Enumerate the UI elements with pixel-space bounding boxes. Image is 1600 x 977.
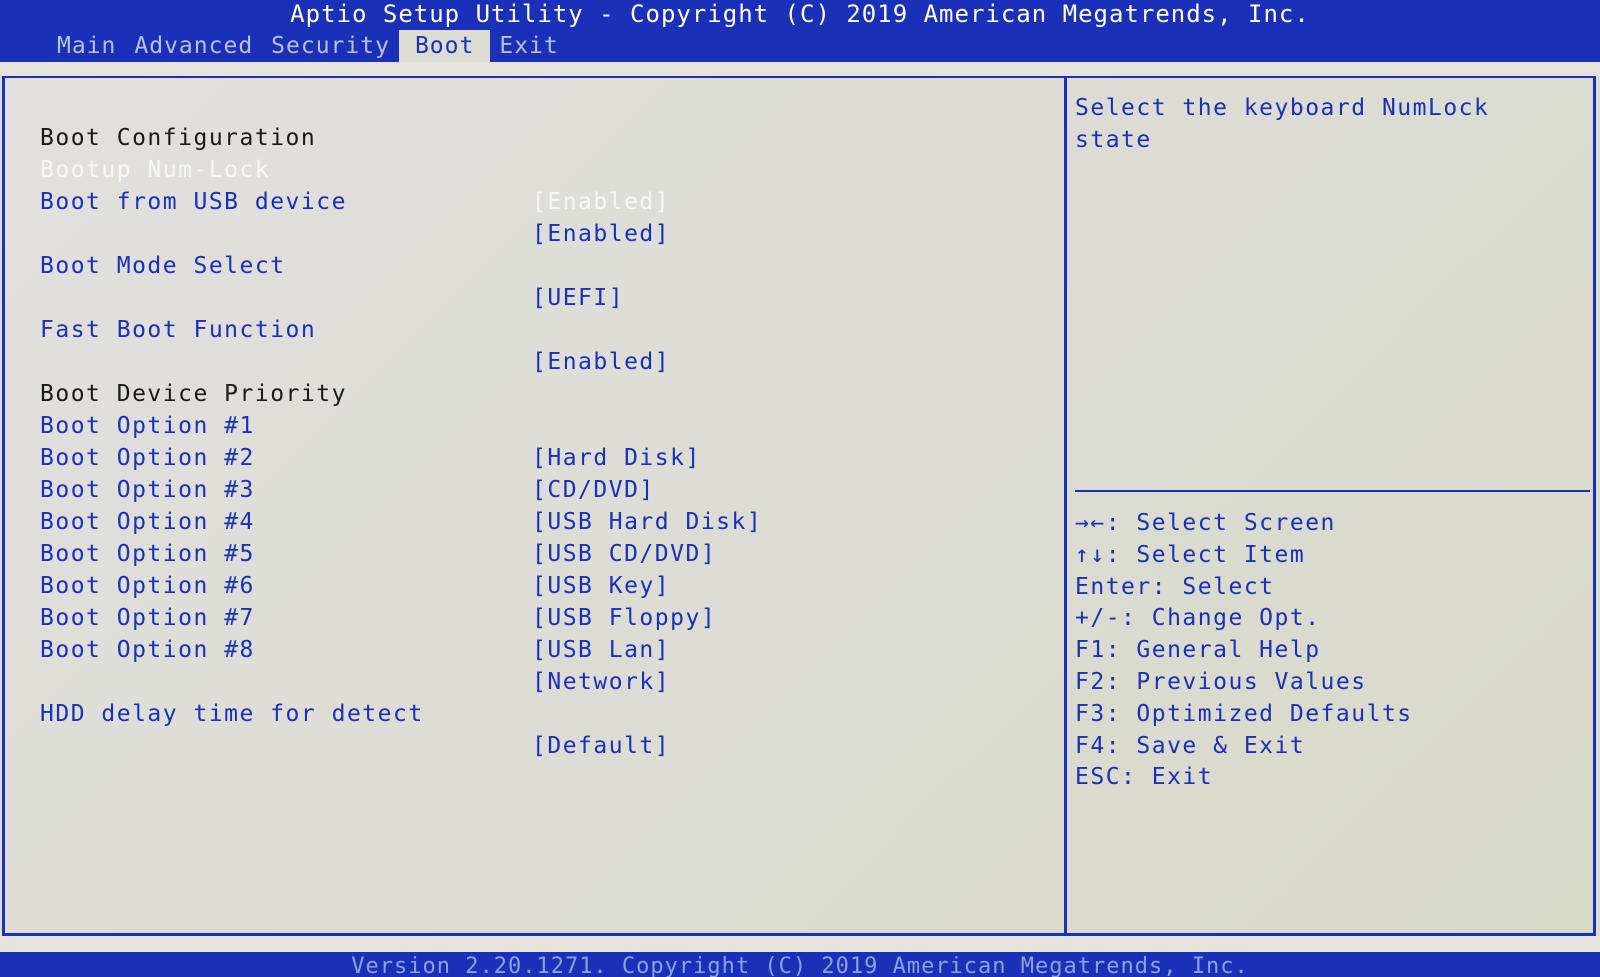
setting-value[interactable]: [Default] — [532, 730, 670, 762]
tab-main[interactable]: Main — [48, 30, 125, 62]
setting-label[interactable]: HDD delay time for detect — [40, 698, 424, 730]
panel-divider — [1064, 76, 1067, 936]
key-hint-f2: F2: Previous Values — [1075, 668, 1367, 695]
setting-value[interactable]: [Enabled] — [532, 346, 670, 378]
setting-value[interactable]: [Enabled] — [532, 186, 670, 218]
boot-option-8[interactable]: Boot Option #8 [Network] — [40, 602, 669, 695]
footer-bar: Version 2.20.1271. Copyright (C) 2019 Am… — [0, 952, 1600, 977]
boot-option-3[interactable]: Boot Option #3 [USB Hard Disk] — [40, 442, 761, 535]
help-separator — [1075, 490, 1590, 492]
setting-label[interactable]: Boot Mode Select — [40, 250, 286, 282]
key-hint-f1: F1: General Help — [1075, 637, 1321, 664]
section-heading-boot-configuration: Boot Configuration — [40, 90, 315, 151]
setting-value[interactable]: [USB Floppy] — [532, 602, 716, 634]
setting-value[interactable]: [Enabled] — [532, 218, 670, 250]
version-text: Version 2.20.1271. Copyright (C) 2019 Am… — [351, 954, 1249, 977]
setting-label[interactable]: Boot Option #8 — [40, 634, 255, 666]
tab-advanced[interactable]: Advanced — [125, 30, 262, 62]
setting-value[interactable]: [USB CD/DVD] — [532, 538, 716, 570]
setting-value[interactable]: [USB Lan] — [532, 634, 670, 666]
setting-value[interactable]: [USB Key] — [532, 570, 670, 602]
header-separator — [0, 62, 1600, 76]
key-hint-change-opt: +/-: Change Opt. — [1075, 605, 1321, 632]
key-hint-enter: Enter: Select — [1075, 573, 1275, 600]
setting-value[interactable]: [Hard Disk] — [532, 442, 701, 474]
setting-bootup-num-lock[interactable]: Bootup Num-Lock [Enabled] — [40, 122, 669, 215]
boot-option-2[interactable]: Boot Option #2 [CD/DVD] — [40, 410, 653, 503]
app-title: Aptio Setup Utility - Copyright (C) 2019… — [290, 0, 1310, 28]
key-hint-f3: F3: Optimized Defaults — [1075, 700, 1413, 727]
key-legend: →←: Select Screen ↑↓: Select Item Enter:… — [1075, 508, 1413, 794]
key-hint-esc: ESC: Exit — [1075, 764, 1214, 791]
header-bar: Aptio Setup Utility - Copyright (C) 2019… — [0, 0, 1600, 62]
footer-separator — [0, 936, 1600, 952]
help-description: Select the keyboard NumLock state — [1075, 95, 1490, 153]
boot-option-4[interactable]: Boot Option #4 [USB CD/DVD] — [40, 474, 715, 567]
boot-option-7[interactable]: Boot Option #7 [USB Lan] — [40, 570, 669, 663]
boot-option-6[interactable]: Boot Option #6 [USB Floppy] — [40, 538, 715, 631]
setting-value[interactable]: [USB Hard Disk] — [532, 506, 762, 538]
tab-exit[interactable]: Exit — [490, 30, 567, 62]
setting-value[interactable]: [Network] — [532, 666, 670, 698]
setting-hdd-delay[interactable]: HDD delay time for detect [Default] — [40, 666, 669, 759]
section-heading-boot-device-priority: Boot Device Priority — [40, 346, 345, 407]
boot-option-5[interactable]: Boot Option #5 [USB Key] — [40, 506, 669, 599]
setting-boot-mode-select[interactable]: Boot Mode Select [UEFI] — [40, 218, 623, 311]
boot-option-1[interactable]: Boot Option #1 [Hard Disk] — [40, 378, 699, 471]
tab-bar: Main Advanced Security Boot Exit — [48, 30, 568, 62]
setting-label[interactable]: Fast Boot Function — [40, 314, 316, 346]
key-hint-select-item: ↑↓: Select Item — [1075, 541, 1306, 568]
setting-boot-from-usb[interactable]: Boot from USB device [Enabled] — [40, 154, 669, 247]
setting-label[interactable]: Boot from USB device — [40, 186, 347, 218]
key-hint-f4: F4: Save & Exit — [1075, 732, 1306, 759]
setting-value[interactable]: [CD/DVD] — [532, 474, 655, 506]
tab-security[interactable]: Security — [262, 30, 399, 62]
setting-fast-boot[interactable]: Fast Boot Function [Enabled] — [40, 282, 669, 375]
tab-boot[interactable]: Boot — [398, 30, 491, 62]
setting-value[interactable]: [UEFI] — [532, 282, 624, 314]
key-hint-select-screen: →←: Select Screen — [1075, 510, 1336, 536]
